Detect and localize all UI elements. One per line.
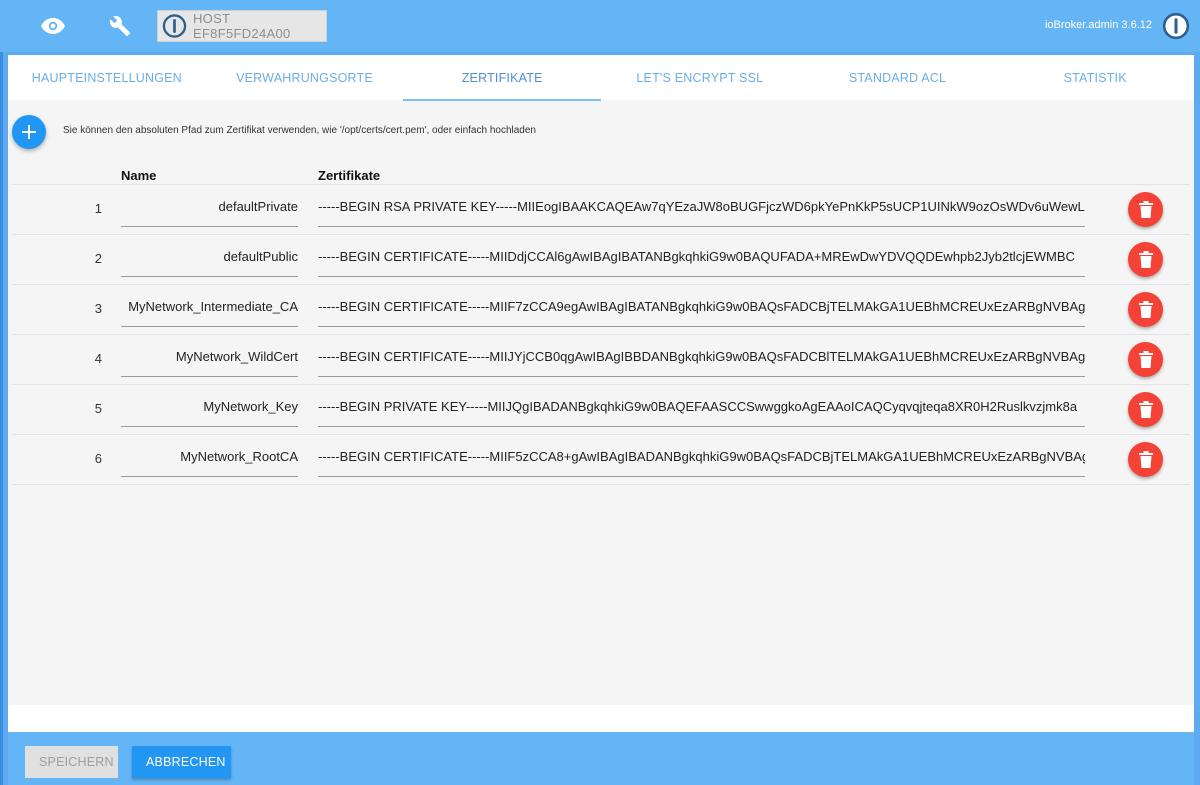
- row-number: 4: [94, 351, 102, 366]
- trash-icon: [1138, 401, 1153, 418]
- tab-zertifikate[interactable]: ZERTIFIKATE: [403, 55, 601, 101]
- settings-panel: HAUPTEINSTELLUNGEN VERWAHRUNGSORTE ZERTI…: [8, 55, 1194, 705]
- table-bottom-border: [12, 484, 1190, 485]
- top-bar: HOST EF8F5FD24A00 ioBroker.admin 3.6.12: [0, 0, 1200, 52]
- certificate-value-input[interactable]: -----BEGIN CERTIFICATE-----MIIDdjCCAl6gA…: [318, 245, 1085, 277]
- certificate-value-input[interactable]: -----BEGIN CERTIFICATE-----MIIF7zCCA9egA…: [318, 295, 1085, 327]
- host-label: HOST EF8F5FD24A00: [192, 11, 291, 41]
- trash-icon: [1138, 351, 1153, 368]
- table-row: 4 MyNetwork_WildCert -----BEGIN CERTIFICAT…: [12, 334, 1190, 384]
- left-edge: [0, 0, 3, 785]
- tab-bar: HAUPTEINSTELLUNGEN VERWAHRUNGSORTE ZERTI…: [8, 55, 1194, 101]
- certificate-name-input[interactable]: MyNetwork_WildCert: [121, 345, 298, 377]
- certificate-name-input[interactable]: defaultPublic: [121, 245, 298, 277]
- certificate-name-input[interactable]: MyNetwork_Intermediate_CA: [121, 295, 298, 327]
- certificate-value-input[interactable]: -----BEGIN RSA PRIVATE KEY-----MIIEogIBA…: [318, 195, 1085, 227]
- trash-icon: [1138, 251, 1153, 268]
- certificate-value-input[interactable]: -----BEGIN CERTIFICATE-----MIIF5zCCA8+gA…: [318, 445, 1085, 477]
- trash-icon: [1138, 301, 1153, 318]
- tab-standard-acl[interactable]: STANDARD ACL: [799, 55, 997, 100]
- tab-verwahrungsorte[interactable]: VERWAHRUNGSORTE: [206, 55, 404, 100]
- table-row: 1 defaultPrivate -----BEGIN RSA PRIVATE KE…: [12, 184, 1190, 234]
- tab-lets-encrypt[interactable]: LET'S ENCRYPT SSL: [601, 55, 799, 100]
- eye-icon[interactable]: [40, 13, 66, 39]
- delete-button[interactable]: [1128, 292, 1163, 327]
- table-row: 6 MyNetwork_RootCA -----BEGIN CERTIFICATE-…: [12, 434, 1190, 484]
- delete-button[interactable]: [1128, 392, 1163, 427]
- row-number: 5: [94, 401, 102, 416]
- trash-icon: [1138, 201, 1153, 218]
- app-version: ioBroker.admin 3.6.12: [1044, 19, 1152, 31]
- plus-icon: [22, 125, 36, 139]
- certificate-name-input[interactable]: MyNetwork_Key: [121, 395, 298, 427]
- add-certificate-button[interactable]: [12, 115, 46, 149]
- row-number: 6: [94, 451, 102, 466]
- tab-haupteinstellungen[interactable]: HAUPTEINSTELLUNGEN: [8, 55, 206, 100]
- column-header-certificates: Zertifikate: [318, 168, 381, 183]
- certificate-value-input[interactable]: -----BEGIN PRIVATE KEY-----MIIJQgIBADANB…: [318, 395, 1085, 427]
- wrench-icon[interactable]: [107, 13, 133, 39]
- footer-bar: SPEICHERN ABBRECHEN: [8, 732, 1194, 785]
- trash-icon: [1138, 451, 1153, 468]
- app-logo-icon: [1162, 12, 1190, 45]
- tab-statistik[interactable]: STATISTIK: [996, 55, 1194, 100]
- delete-button[interactable]: [1128, 192, 1163, 227]
- row-number: 1: [94, 201, 102, 216]
- iobroker-logo-icon: [162, 14, 187, 38]
- certificate-name-input[interactable]: defaultPrivate: [121, 195, 298, 227]
- row-number: 2: [94, 251, 102, 266]
- column-header-name: Name: [121, 168, 157, 183]
- cancel-button[interactable]: ABBRECHEN: [132, 746, 231, 778]
- delete-button[interactable]: [1128, 242, 1163, 277]
- certificate-name-input[interactable]: MyNetwork_RootCA: [121, 445, 298, 477]
- delete-button[interactable]: [1128, 342, 1163, 377]
- certificate-value-input[interactable]: -----BEGIN CERTIFICATE-----MIIJYjCCB0qgA…: [318, 345, 1085, 377]
- delete-button[interactable]: [1128, 442, 1163, 477]
- panel-bottom: [8, 705, 1194, 732]
- host-selector[interactable]: HOST EF8F5FD24A00: [157, 10, 327, 42]
- table-row: 2 defaultPublic -----BEGIN CERTIFICATE----…: [12, 234, 1190, 284]
- certificate-hint: Sie können den absoluten Pfad zum Zertif…: [63, 125, 536, 136]
- table-row: 5 MyNetwork_Key -----BEGIN PRIVATE KEY----…: [12, 384, 1190, 434]
- row-number: 3: [94, 301, 102, 316]
- table-row: 3 MyNetwork_Intermediate_CA -----BEGIN CER…: [12, 284, 1190, 334]
- save-button[interactable]: SPEICHERN: [25, 746, 118, 778]
